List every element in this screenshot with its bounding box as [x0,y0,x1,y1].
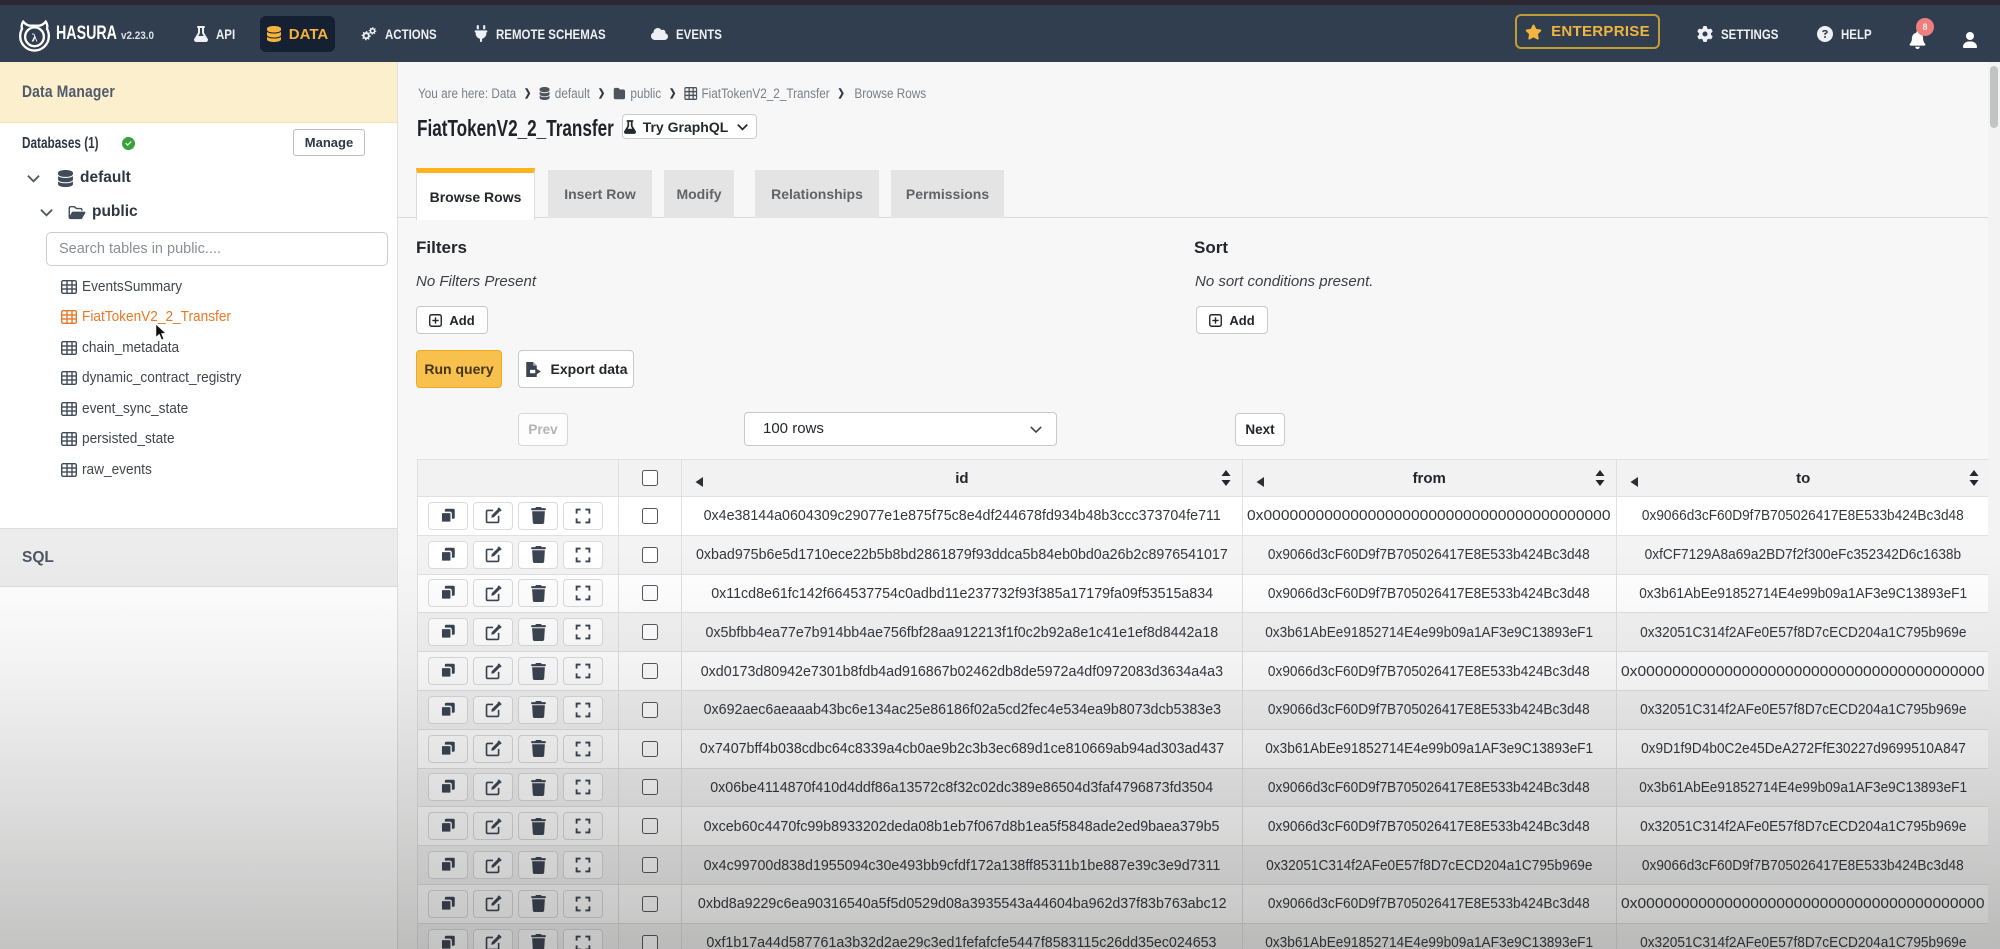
svg-text:λ: λ [32,31,38,44]
